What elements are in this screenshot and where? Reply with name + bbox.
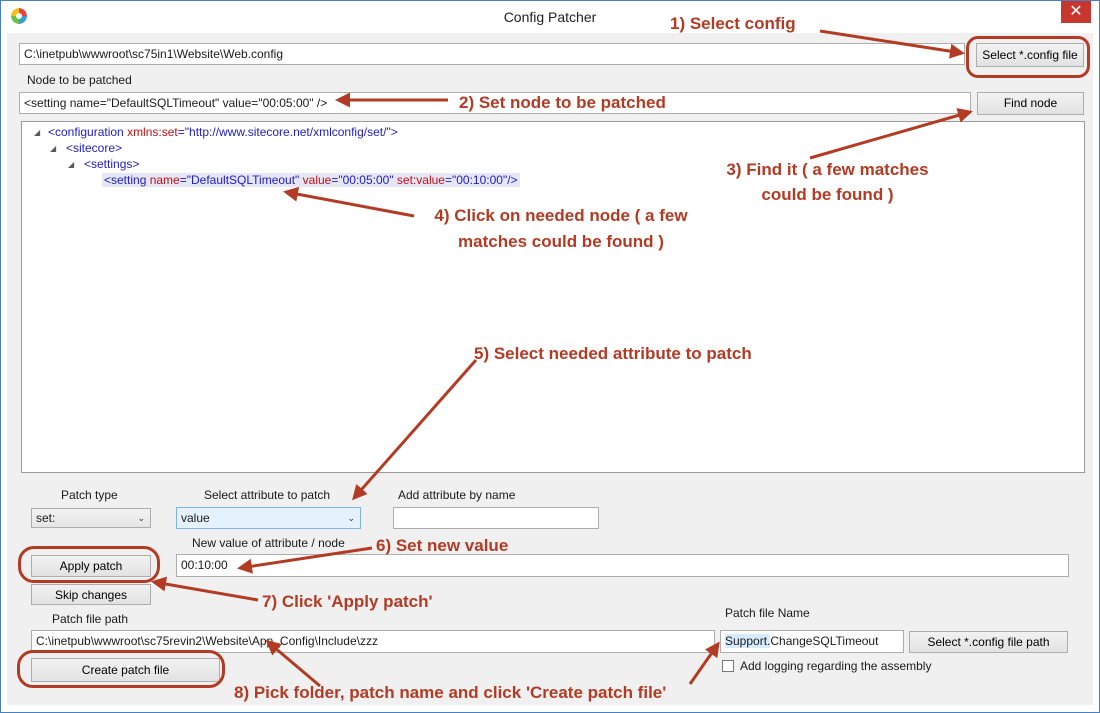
chevron-down-icon: ⌄ <box>347 513 355 523</box>
client-area: C:\inetpub\wwwroot\sc75in1\Website\Web.c… <box>7 33 1093 705</box>
new-value-input[interactable]: 00:10:00 <box>176 554 1069 577</box>
collapse-icon[interactable]: ◢ <box>34 128 40 137</box>
title-bar: Config Patcher ✕ <box>1 1 1099 33</box>
new-value-label: New value of attribute / node <box>192 536 345 550</box>
annotation-step-6: 6) Set new value <box>376 536 509 555</box>
select-attribute-dropdown[interactable]: value ⌄ <box>176 507 361 529</box>
annotation-step-3-line2: could be found ) <box>761 185 894 204</box>
add-logging-label: Add logging regarding the assembly <box>740 659 932 673</box>
highlight-ring-apply-patch <box>18 546 160 583</box>
skip-changes-button[interactable]: Skip changes <box>31 584 151 605</box>
patch-file-path-label: Patch file path <box>52 612 129 626</box>
patch-type-label: Patch type <box>61 488 118 502</box>
node-label: Node to be patched <box>27 73 132 87</box>
tree-node-configuration[interactable]: <configuration xmlns:set="http://www.sit… <box>48 125 398 139</box>
annotation-step-5: 5) Select needed attribute to patch <box>474 344 752 363</box>
patch-file-name-label: Patch file Name <box>725 606 810 620</box>
patch-file-name-input[interactable]: Support.ChangeSQLTimeout <box>720 630 904 653</box>
annotation-step-7: 7) Click 'Apply patch' <box>262 592 433 611</box>
annotation-step-2: 2) Set node to be patched <box>459 93 666 112</box>
tree-node-settings[interactable]: <settings> <box>84 157 139 171</box>
tree-node-sitecore[interactable]: <sitecore> <box>66 141 122 155</box>
annotation-step-1: 1) Select config <box>670 14 796 33</box>
select-attribute-label: Select attribute to patch <box>204 488 331 502</box>
add-attribute-input[interactable] <box>393 507 599 529</box>
highlight-ring-create-patch <box>17 650 225 688</box>
annotation-step-8: 8) Pick folder, patch name and click 'Cr… <box>234 683 667 702</box>
select-config-file-path-button[interactable]: Select *.config file path <box>909 631 1068 653</box>
find-node-button[interactable]: Find node <box>977 92 1084 115</box>
annotation-step-4-line1: 4) Click on needed node ( a few <box>434 206 688 225</box>
highlight-ring-select-config <box>966 36 1090 78</box>
add-logging-checkbox[interactable] <box>722 660 734 672</box>
patch-type-select[interactable]: set: ⌄ <box>31 508 151 528</box>
annotation-step-3-line1: 3) Find it ( a few matches <box>726 160 929 179</box>
collapse-icon[interactable]: ◢ <box>50 144 56 153</box>
close-icon[interactable]: ✕ <box>1061 1 1091 23</box>
add-attribute-label: Add attribute by name <box>398 488 516 502</box>
tree-node-setting-selected[interactable]: <setting name="DefaultSQLTimeout" value=… <box>102 173 520 187</box>
window-title: Config Patcher <box>503 9 597 25</box>
collapse-icon[interactable]: ◢ <box>68 160 74 169</box>
chevron-down-icon: ⌄ <box>137 513 145 523</box>
config-path-input[interactable]: C:\inetpub\wwwroot\sc75in1\Website\Web.c… <box>19 43 965 65</box>
annotation-step-4-line2: matches could be found ) <box>458 232 664 251</box>
